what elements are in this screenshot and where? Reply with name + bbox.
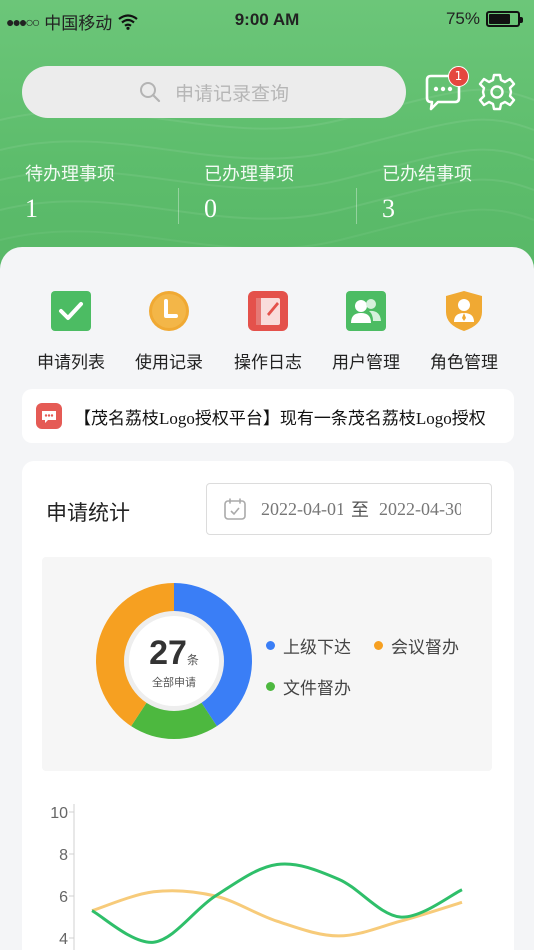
card-title: 申请统计 <box>46 501 130 525</box>
message-icon <box>36 403 62 429</box>
stat-label: 待办理事项 <box>25 164 115 185</box>
quick-operation-log[interactable]: 操作日志 <box>218 290 318 373</box>
legend-item: 会议督办 <box>374 633 459 658</box>
pie-chart-area: 27条 全部申请 上级下达 会议督办 文件督办 <box>42 557 492 771</box>
quick-label: 用户管理 <box>332 353 400 373</box>
notice-text: 【茂名荔枝Logo授权平台】现有一条茂名荔枝Logo授权 <box>74 408 486 428</box>
donut-center-value: 27 <box>149 634 187 672</box>
date-range-picker[interactable]: 2022-04-01 至 2022-04-30 <box>206 483 492 535</box>
stat-label: 已办理事项 <box>204 164 294 185</box>
quick-actions: 申请列表 使用记录 操作日志 用户管理 角色管理 <box>0 290 534 373</box>
checklist-icon <box>51 291 91 331</box>
stat-divider <box>356 188 357 224</box>
message-badge: 1 <box>448 66 469 87</box>
search-input[interactable]: 申请记录查询 <box>22 66 406 118</box>
legend-label: 上级下达 <box>283 638 351 658</box>
donut-center-unit: 条 <box>186 653 199 667</box>
search-placeholder: 申请记录查询 <box>174 82 289 105</box>
y-tick-label: 8 <box>59 847 68 864</box>
legend-dot <box>266 641 275 650</box>
notebook-icon <box>248 291 288 331</box>
search-icon <box>139 82 161 103</box>
stat-divider <box>178 188 179 224</box>
legend-item: 文件督办 <box>266 674 351 699</box>
calendar-icon <box>224 498 246 520</box>
users-icon <box>346 291 386 331</box>
quick-user-management[interactable]: 用户管理 <box>316 290 416 373</box>
stat-value: 3 <box>382 194 395 223</box>
quick-apply-list[interactable]: 申请列表 <box>21 290 121 373</box>
quick-label: 操作日志 <box>234 353 302 373</box>
line-chart: 10 8 6 4 <box>50 804 463 950</box>
battery-percent: 75% <box>445 9 480 28</box>
clock-icon <box>149 291 189 331</box>
task-stats: 待办理事项 1 已办理事项 0 已办结事项 3 <box>0 160 534 230</box>
series-line <box>91 889 463 938</box>
stat-label: 已办结事项 <box>382 164 472 185</box>
stat-value: 0 <box>204 194 217 223</box>
date-to[interactable]: 2022-04-30 <box>379 499 461 520</box>
y-tick-label: 4 <box>59 931 68 948</box>
legend-label: 文件督办 <box>283 679 351 699</box>
user-badge-icon <box>446 291 482 331</box>
battery-fill <box>489 14 510 24</box>
messages-button[interactable]: 1 <box>422 66 469 114</box>
donut-center-value-row: 27条 <box>129 634 219 673</box>
settings-button[interactable] <box>477 72 521 116</box>
stat-value: 1 <box>25 194 38 223</box>
stat-processed[interactable]: 已办理事项 0 <box>204 160 294 224</box>
y-tick-label: 6 <box>59 889 68 906</box>
series-line <box>91 862 463 944</box>
quick-label: 使用记录 <box>135 353 203 373</box>
date-separator: 至 <box>351 500 369 521</box>
quick-usage-records[interactable]: 使用记录 <box>119 290 219 373</box>
legend-label: 会议督办 <box>391 638 459 658</box>
date-from[interactable]: 2022-04-01 <box>261 499 343 520</box>
y-tick-label: 10 <box>50 805 68 822</box>
quick-role-management[interactable]: 角色管理 <box>414 290 514 373</box>
status-right: 75% <box>445 9 523 29</box>
status-bar: ●●●○○ 中国移动 9:00 AM 75% <box>0 0 534 40</box>
quick-label: 申请列表 <box>37 353 105 373</box>
stat-completed[interactable]: 已办结事项 3 <box>382 160 472 224</box>
legend-item: 上级下达 <box>266 633 351 658</box>
quick-label: 角色管理 <box>430 353 498 373</box>
donut-center-label: 全部申请 <box>152 676 196 689</box>
legend-dot <box>266 682 275 691</box>
stat-pending[interactable]: 待办理事项 1 <box>25 160 115 224</box>
gear-icon <box>478 73 516 111</box>
notice-bar[interactable]: 【茂名荔枝Logo授权平台】现有一条茂名荔枝Logo授权 <box>22 389 514 443</box>
battery-icon <box>486 11 523 27</box>
donut-center: 27条 全部申请 <box>124 611 224 711</box>
legend-dot <box>374 641 383 650</box>
